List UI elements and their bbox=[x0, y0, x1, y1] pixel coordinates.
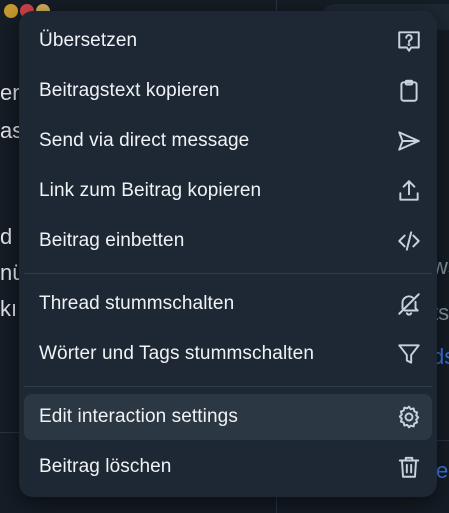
code-icon bbox=[396, 228, 422, 254]
menu-item-label: Übersetzen bbox=[39, 30, 138, 51]
menu-item-copy-post-text[interactable]: Beitragstext kopieren bbox=[24, 68, 432, 114]
menu-item-label: Beitrag löschen bbox=[39, 456, 172, 477]
menu-item-label: Send via direct message bbox=[39, 130, 250, 151]
menu-item-label: Wörter und Tags stummschalten bbox=[39, 343, 314, 364]
menu-item-label: Beitragstext kopieren bbox=[39, 80, 220, 101]
clipboard-icon bbox=[396, 78, 422, 104]
sidebar-link-fragment[interactable]: e bbox=[436, 458, 448, 484]
post-options-menu: Übersetzen Beitragstext kopieren Send vi… bbox=[19, 11, 437, 497]
trash-icon bbox=[396, 454, 422, 480]
menu-item-label: Edit interaction settings bbox=[39, 406, 238, 427]
menu-item-copy-link[interactable]: Link zum Beitrag kopieren bbox=[24, 168, 432, 214]
post-text-fragment: d bbox=[0, 224, 13, 249]
menu-item-translate[interactable]: Übersetzen bbox=[24, 18, 432, 64]
menu-item-embed-post[interactable]: Beitrag einbetten bbox=[24, 218, 432, 264]
menu-item-label: Thread stummschalten bbox=[39, 293, 235, 314]
menu-separator bbox=[24, 273, 432, 274]
send-icon bbox=[396, 128, 422, 154]
emoji-icon bbox=[4, 4, 18, 18]
translate-icon bbox=[396, 28, 422, 54]
menu-item-label: Link zum Beitrag kopieren bbox=[39, 180, 262, 201]
menu-item-delete-post[interactable]: Beitrag löschen bbox=[24, 444, 432, 490]
menu-item-label: Beitrag einbetten bbox=[39, 230, 185, 251]
filter-icon bbox=[396, 341, 422, 367]
bell-mute-icon bbox=[396, 291, 422, 317]
menu-item-mute-words-tags[interactable]: Wörter und Tags stummschalten bbox=[24, 331, 432, 377]
share-icon bbox=[396, 178, 422, 204]
menu-separator bbox=[24, 386, 432, 387]
menu-item-edit-interaction-settings[interactable]: Edit interaction settings bbox=[24, 394, 432, 440]
gear-icon bbox=[396, 404, 422, 430]
post-text-fragment: kı bbox=[0, 296, 18, 321]
menu-item-send-dm[interactable]: Send via direct message bbox=[24, 118, 432, 164]
menu-item-mute-thread[interactable]: Thread stummschalten bbox=[24, 281, 432, 327]
